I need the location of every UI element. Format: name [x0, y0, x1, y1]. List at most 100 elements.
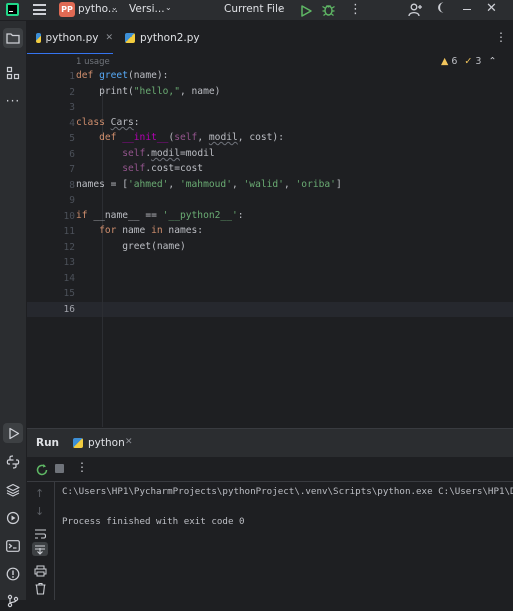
more-actions-icon[interactable]: ⋮ [349, 2, 362, 17]
trash-icon[interactable] [34, 580, 47, 595]
chevron-down-icon: ⌄ [277, 3, 284, 12]
tab-python2-py[interactable]: python2.py [115, 21, 225, 54]
main-menu-icon[interactable] [33, 4, 46, 15]
run-panel-title: Run [36, 437, 60, 449]
version-control-tool-button[interactable] [3, 591, 23, 611]
code-line-2: print("hello,", name) [76, 86, 221, 97]
ellipsis-icon: ··· [5, 94, 21, 108]
console-line: Process finished with exit code 0 [62, 516, 245, 527]
scroll-to-end-icon[interactable] [32, 542, 48, 556]
line-number: 6 [69, 149, 75, 160]
tab-python-py[interactable]: python.py ✕ [27, 21, 113, 55]
project-badge: PP [59, 2, 75, 17]
arrow-down-icon[interactable]: ↓ [35, 505, 44, 518]
run-panel-header: Run python ✕ [27, 428, 513, 457]
layers-icon [6, 483, 20, 497]
print-icon[interactable] [34, 562, 47, 577]
problems-icon [6, 567, 20, 581]
python-file-icon [125, 32, 135, 43]
rerun-icon [36, 464, 48, 476]
pycharm-logo-icon [6, 3, 19, 16]
code-line-12: greet(name) [76, 241, 186, 252]
code-line-11: for name in names: [99, 225, 204, 236]
code-line-10: if __name__ == '__python2__': [76, 210, 244, 221]
python-file-icon [73, 438, 83, 448]
play-outline-icon [8, 427, 19, 439]
chevron-down-icon: ⌄ [111, 3, 118, 12]
run-tool-button[interactable] [3, 423, 23, 443]
structure-icon [6, 66, 20, 80]
vcs-label: Versi... [129, 3, 165, 15]
line-number: 1 [69, 71, 75, 82]
weak-warnings-count: 3 [475, 56, 482, 67]
weak-warning-icon: ✓ [464, 56, 473, 67]
line-number: 8 [69, 180, 75, 191]
run-config-tab-label: python [88, 437, 125, 449]
tab-label: python2.py [140, 31, 200, 44]
play-icon [301, 5, 312, 17]
soft-wrap-icon[interactable] [34, 525, 47, 539]
vcs-widget[interactable]: Versi... ⌄ [127, 2, 175, 18]
line-number: 12 [63, 242, 75, 253]
ai-assistant-icon[interactable]: ❨ [436, 1, 445, 14]
run-config-selector[interactable]: Current File ⌄ [220, 2, 292, 18]
close-window-icon[interactable]: ✕ [486, 1, 497, 16]
add-user-icon[interactable] [408, 2, 423, 17]
code-line-8: names = ['ahmed', 'mahmoud', 'walid', 'o… [76, 179, 342, 190]
usage-hint[interactable]: 1 usage [76, 57, 110, 67]
code-line-1: def greet(name): [76, 70, 169, 81]
folder-icon [6, 33, 20, 44]
run-toolbar: ⋮ [27, 457, 513, 482]
code-line-4: class Cars: [76, 117, 140, 128]
python-logo-icon [6, 455, 20, 469]
code-editor[interactable]: 1 usage ▲ 6 ✓ 3 ⌃ 1 2 3 4 5 6 7 8 9 10 1… [27, 54, 513, 428]
project-tool-button[interactable] [3, 28, 23, 48]
inspection-widget[interactable]: ▲ 6 ✓ 3 ⌃ [441, 56, 511, 68]
run-more-actions-icon[interactable]: ⋮ [76, 460, 88, 474]
tab-actions-icon[interactable]: ⋮ [495, 30, 507, 44]
title-bar: PP pytho... ⌄ Versi... ⌄ Current File ⌄ … [0, 0, 513, 21]
debug-button[interactable] [321, 2, 336, 17]
terminal-tool-button[interactable] [3, 536, 23, 556]
rerun-button[interactable] [35, 462, 49, 476]
terminal-icon [6, 540, 20, 552]
python-packages-tool-button[interactable] [3, 452, 23, 472]
more-tools-button[interactable]: ··· [3, 91, 23, 111]
bug-icon [322, 5, 335, 16]
project-widget[interactable]: PP pytho... ⌄ [59, 2, 119, 18]
run-config-tab[interactable]: python ✕ [72, 429, 140, 457]
window-controls: ✕ [460, 1, 513, 18]
close-tab-icon[interactable]: ✕ [105, 33, 113, 43]
line-number: 11 [63, 226, 75, 237]
code-line-6: self.modil=modil [122, 148, 215, 159]
git-branch-icon [7, 594, 19, 608]
left-tool-strip: ··· [0, 21, 27, 608]
stop-button[interactable] [55, 464, 64, 473]
tab-label: python.py [45, 31, 99, 44]
problems-tool-button[interactable] [3, 564, 23, 584]
layers-tool-button[interactable] [3, 480, 23, 500]
line-number: 14 [63, 273, 75, 284]
chevron-up-icon[interactable]: ⌃ [489, 56, 497, 67]
warning-icon: ▲ [441, 56, 449, 67]
services-tool-button[interactable] [3, 508, 23, 528]
line-number: 9 [69, 195, 75, 206]
close-tab-icon[interactable]: ✕ [125, 437, 133, 447]
line-number: 3 [69, 102, 75, 113]
line-number-gutter: 1 2 3 4 5 6 7 8 9 10 11 12 13 14 15 16 [27, 54, 75, 428]
line-number: 15 [63, 288, 75, 299]
code-line-5: def __init__(self, modil, cost): [99, 132, 284, 143]
console-line: C:\Users\HP1\PycharmProjects\pythonProje… [62, 486, 513, 497]
minimize-icon[interactable] [463, 9, 471, 10]
arrow-up-icon[interactable]: ↑ [35, 487, 44, 500]
python-file-icon [36, 32, 41, 43]
current-line-highlight [27, 302, 513, 317]
run-side-toolbar: ↑ ↓ [27, 482, 55, 600]
editor-tabs: python.py ✕ python2.py ⋮ [27, 21, 513, 55]
line-number: 7 [69, 164, 75, 175]
run-button[interactable] [299, 3, 313, 17]
services-play-icon [6, 511, 20, 525]
line-number: 5 [69, 133, 75, 144]
structure-tool-button[interactable] [3, 63, 23, 83]
run-console-output[interactable]: C:\Users\HP1\PycharmProjects\pythonProje… [55, 482, 513, 600]
